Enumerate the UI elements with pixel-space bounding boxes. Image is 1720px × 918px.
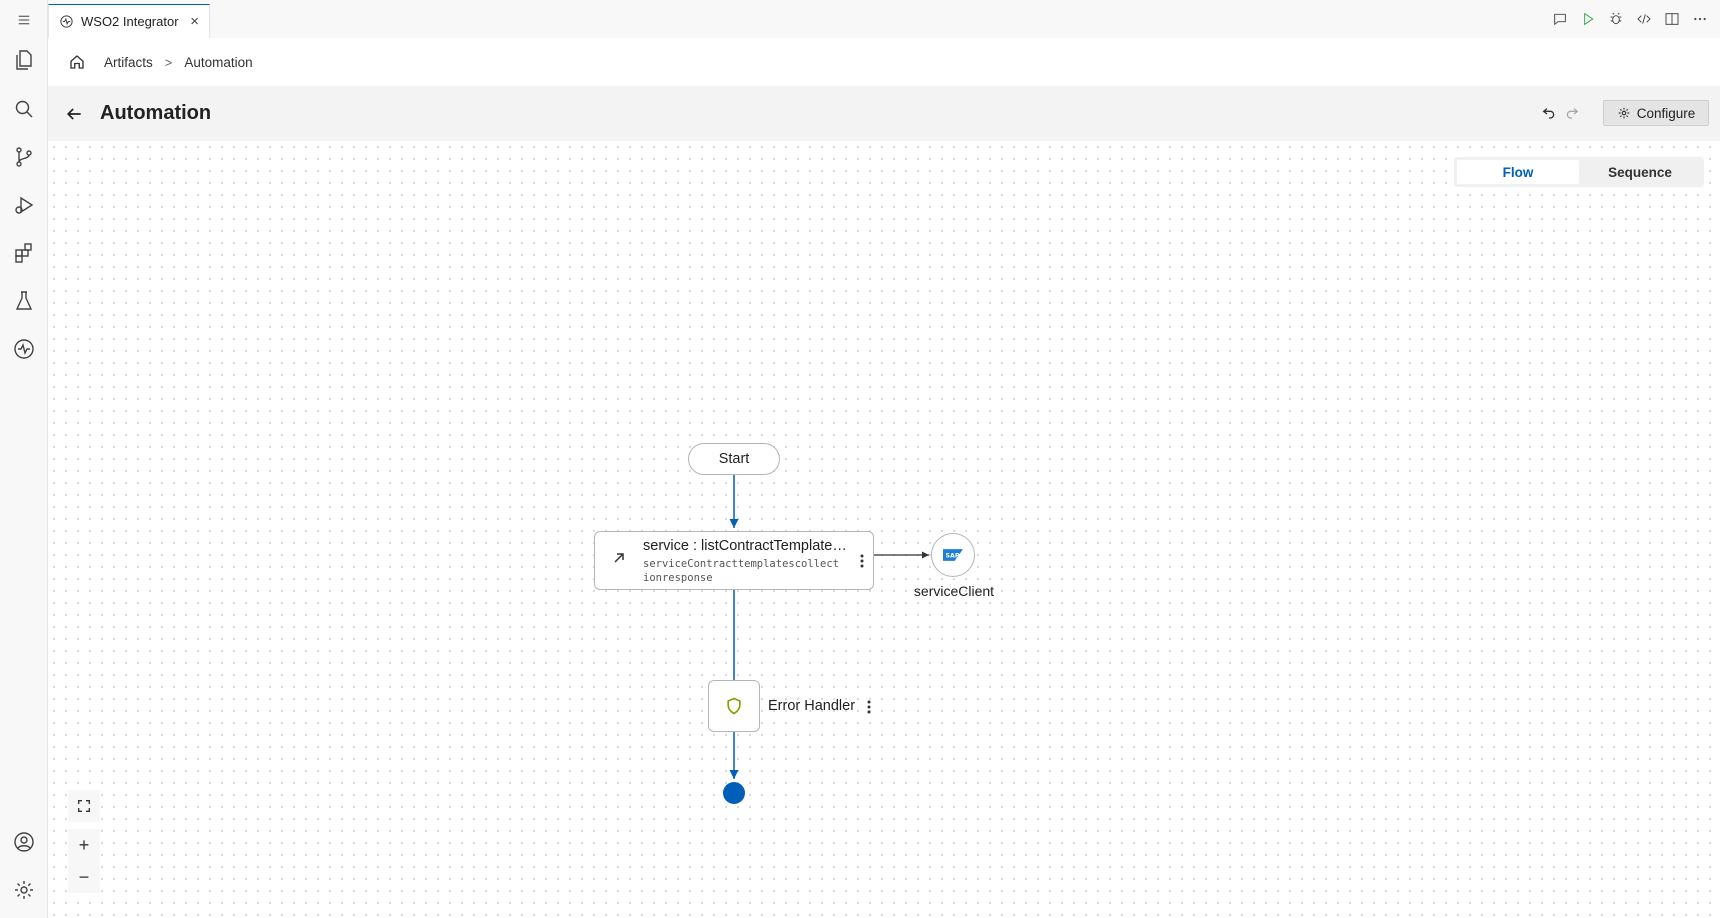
testing-icon[interactable]	[0, 281, 47, 321]
debug-icon[interactable]	[1606, 9, 1626, 29]
page-header: Automation Configure	[48, 86, 1720, 141]
error-handler-label: Error Handler	[768, 698, 856, 714]
configure-button[interactable]: Configure	[1603, 100, 1709, 126]
wso2-integrator-icon	[60, 15, 73, 28]
sap-badge: SAP	[946, 553, 960, 560]
breadcrumb: Artifacts > Automation	[48, 38, 1720, 86]
more-actions-icon[interactable]	[1690, 9, 1710, 29]
editor-actions	[1550, 0, 1710, 38]
tab-wso2-integrator[interactable]: WSO2 Integrator ×	[48, 4, 210, 38]
explorer-icon[interactable]	[0, 40, 47, 80]
sap-logo-icon: SAP	[943, 549, 963, 561]
zoom-out-button[interactable]: −	[68, 861, 100, 893]
fit-view-button[interactable]	[68, 790, 100, 822]
gear-icon	[1618, 107, 1629, 119]
end-node	[723, 782, 745, 804]
activity-bar	[0, 0, 48, 918]
split-editor-icon[interactable]	[1662, 9, 1682, 29]
tab-sequence[interactable]: Sequence	[1579, 160, 1701, 184]
chevron-right-icon: >	[164, 54, 173, 70]
zoom-in-button[interactable]: +	[68, 829, 100, 861]
tab-flow[interactable]: Flow	[1457, 160, 1579, 184]
home-icon[interactable]	[68, 53, 86, 71]
page-title: Automation	[100, 102, 212, 124]
service-client-label: serviceClient	[913, 583, 995, 599]
redo-icon[interactable]	[1564, 104, 1580, 120]
remote-call-arrow-icon	[614, 553, 624, 563]
undo-icon[interactable]	[1541, 104, 1557, 120]
run-debug-icon[interactable]	[0, 185, 47, 225]
start-node[interactable]: Start	[688, 443, 780, 475]
view-toggle: Flow Sequence	[1454, 157, 1704, 187]
service-call-node[interactable]: service : listContractTemplatesCollectio…	[594, 531, 874, 590]
service-node-subtitle: serviceContracttemplatescollectionrespon…	[643, 558, 839, 584]
error-handler-node[interactable]	[708, 680, 760, 732]
service-client-node[interactable]: SAP	[931, 533, 975, 577]
back-arrow-icon[interactable]	[64, 104, 84, 124]
editor-tab-bar: WSO2 Integrator ×	[48, 0, 1720, 39]
close-icon[interactable]: ×	[190, 13, 199, 30]
service-node-title: service : listContractTemplatesCollectio…	[643, 538, 849, 554]
code-icon[interactable]	[1634, 9, 1654, 29]
kebab-menu-icon[interactable]	[856, 552, 868, 570]
search-icon[interactable]	[0, 89, 47, 129]
flow-canvas[interactable]: Flow Sequence + −	[48, 141, 1720, 918]
kebab-menu-icon[interactable]	[863, 698, 875, 716]
shield-icon	[727, 697, 741, 715]
breadcrumb-automation: Automation	[184, 54, 253, 70]
chat-icon[interactable]	[1550, 9, 1570, 29]
fullscreen-icon	[78, 800, 90, 812]
wso2-integrator-icon[interactable]	[0, 329, 47, 369]
configure-label: Configure	[1636, 105, 1696, 121]
breadcrumb-artifacts[interactable]: Artifacts	[104, 55, 153, 70]
account-icon[interactable]	[0, 822, 47, 862]
run-icon[interactable]	[1578, 9, 1598, 29]
menu-icon[interactable]	[0, 0, 47, 40]
extensions-icon[interactable]	[0, 233, 47, 273]
source-control-icon[interactable]	[0, 137, 47, 177]
settings-icon[interactable]	[0, 870, 47, 910]
tab-title: WSO2 Integrator	[81, 14, 179, 29]
